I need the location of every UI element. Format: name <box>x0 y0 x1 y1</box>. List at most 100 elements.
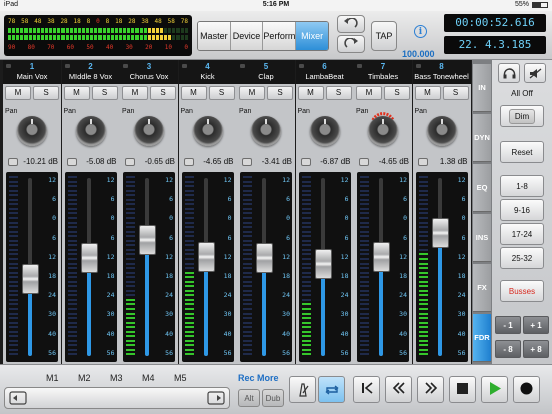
gain-link-icon[interactable] <box>125 158 135 166</box>
range-button-17-24[interactable]: 17-24 <box>500 223 544 245</box>
pan-knob[interactable] <box>134 116 164 146</box>
pan-knob[interactable] <box>309 116 340 146</box>
channel-header[interactable]: 6 LambaBeat <box>295 60 354 84</box>
fader-handle[interactable] <box>197 241 215 272</box>
scrub-right-handle-icon[interactable] <box>207 391 225 405</box>
bank-nudge-button[interactable]: - 8 <box>495 340 521 358</box>
gain-link-icon[interactable] <box>242 158 252 166</box>
pan-knob[interactable] <box>251 116 281 146</box>
channel-header[interactable]: 2 MIddle 8 Vox <box>61 60 120 84</box>
gain-link-icon[interactable] <box>183 158 194 166</box>
range-button-1-8[interactable]: 1-8 <box>500 175 544 197</box>
info-button[interactable]: i <box>414 25 427 38</box>
all-off-label[interactable]: All Off <box>492 89 552 98</box>
solo-button[interactable]: S <box>325 86 352 100</box>
gain-readout[interactable]: -3.41 dB <box>262 157 292 166</box>
mute-button[interactable]: M <box>180 86 207 100</box>
time-display[interactable]: 00:00:52.616 <box>444 14 546 32</box>
section-tab-in[interactable]: IN <box>473 64 491 112</box>
solo-button[interactable]: S <box>267 86 293 100</box>
scrub-left-handle-icon[interactable] <box>9 391 27 405</box>
redo-button[interactable] <box>337 35 365 53</box>
fader-handle[interactable] <box>80 243 98 274</box>
fader-handle[interactable] <box>314 249 332 279</box>
solo-button[interactable]: S <box>384 86 410 100</box>
pan-knob[interactable] <box>368 116 398 146</box>
mute-button[interactable]: M <box>414 86 441 100</box>
pan-knob[interactable] <box>192 116 223 146</box>
tempo-value[interactable]: 100.000 <box>402 49 435 59</box>
solo-button[interactable]: S <box>208 86 235 100</box>
bank-nudge-button[interactable]: + 1 <box>523 316 549 334</box>
gain-link-icon[interactable] <box>359 158 369 166</box>
section-tab-dyn[interactable]: DYN <box>473 114 491 162</box>
fader-handle[interactable] <box>22 263 39 294</box>
marker-button-m1[interactable]: M1 <box>46 373 59 383</box>
mute-button[interactable]: M <box>5 86 31 100</box>
tab-master[interactable]: Master <box>198 22 231 50</box>
section-tab-ins[interactable]: INS <box>473 214 491 262</box>
dub-button[interactable]: Dub <box>262 389 284 407</box>
pan-knob[interactable] <box>75 116 106 146</box>
gain-link-icon[interactable] <box>66 158 77 166</box>
fader-handle[interactable] <box>373 241 390 272</box>
marker-button-m4[interactable]: M4 <box>142 373 155 383</box>
dim-button[interactable]: Dim <box>500 105 544 127</box>
go-to-start-button[interactable] <box>353 376 380 403</box>
range-button-9-16[interactable]: 9-16 <box>500 199 544 221</box>
channel-header[interactable]: 1 Main Vox <box>3 60 61 84</box>
pan-knob[interactable] <box>17 116 47 146</box>
gain-readout[interactable]: -6.87 dB <box>320 157 350 166</box>
solo-button[interactable]: S <box>33 86 59 100</box>
record-button[interactable] <box>513 376 540 403</box>
bar-beat-display[interactable]: 22. 4.3.185 <box>444 36 546 54</box>
marker-button-m5[interactable]: M5 <box>174 373 187 383</box>
section-tab-fdr[interactable]: FDR <box>473 314 491 362</box>
channel-header[interactable]: 8 Bass Tonewheel <box>412 60 471 84</box>
loop-button[interactable] <box>318 376 345 403</box>
mute-button[interactable]: M <box>63 86 90 100</box>
section-tab-fx[interactable]: FX <box>473 264 491 312</box>
rewind-button[interactable] <box>385 376 412 403</box>
range-button-25-32[interactable]: 25-32 <box>500 247 544 269</box>
fader-handle[interactable] <box>139 225 156 256</box>
metronome-button[interactable] <box>289 376 316 403</box>
speaker-mute-button[interactable] <box>524 63 546 83</box>
channel-header[interactable]: 3 Chorus Vox <box>120 60 178 84</box>
mute-button[interactable]: M <box>297 86 324 100</box>
gain-readout[interactable]: -10.21 dB <box>23 157 58 166</box>
gain-readout[interactable]: -0.65 dB <box>145 157 175 166</box>
fader-handle[interactable] <box>431 218 449 248</box>
solo-button[interactable]: S <box>150 86 176 100</box>
undo-button[interactable] <box>337 15 365 33</box>
rec-more-button[interactable]: Rec More <box>238 373 279 383</box>
channel-header[interactable]: 7 Timbales <box>354 60 412 84</box>
bank-nudge-button[interactable]: - 1 <box>495 316 521 334</box>
tab-device[interactable]: Device <box>230 22 264 50</box>
gain-link-icon[interactable] <box>8 158 18 166</box>
fader-handle[interactable] <box>256 243 273 274</box>
gain-readout[interactable]: 1.38 dB <box>440 157 468 166</box>
timeline-scrubber[interactable] <box>4 387 230 409</box>
play-button[interactable] <box>481 376 508 403</box>
reset-button[interactable]: Reset <box>500 141 544 163</box>
tab-mixer[interactable]: Mixer <box>296 22 328 50</box>
busses-button[interactable]: Busses <box>500 280 544 302</box>
marker-button-m3[interactable]: M3 <box>110 373 123 383</box>
gain-readout[interactable]: -4.65 dB <box>203 157 233 166</box>
headphones-button[interactable] <box>498 63 520 83</box>
gain-readout[interactable]: -4.65 dB <box>379 157 409 166</box>
mute-button[interactable]: M <box>122 86 148 100</box>
gain-link-icon[interactable] <box>300 158 311 166</box>
solo-button[interactable]: S <box>442 86 469 100</box>
marker-button-m2[interactable]: M2 <box>78 373 91 383</box>
section-tab-eq[interactable]: EQ <box>473 164 491 212</box>
mute-button[interactable]: M <box>356 86 382 100</box>
channel-header[interactable]: 4 Kick <box>178 60 237 84</box>
mute-button[interactable]: M <box>239 86 265 100</box>
tab-perform[interactable]: Perform <box>263 22 297 50</box>
stop-button[interactable] <box>449 376 476 403</box>
bank-nudge-button[interactable]: + 8 <box>523 340 549 358</box>
solo-button[interactable]: S <box>91 86 118 100</box>
channel-header[interactable]: 5 Clap <box>237 60 295 84</box>
